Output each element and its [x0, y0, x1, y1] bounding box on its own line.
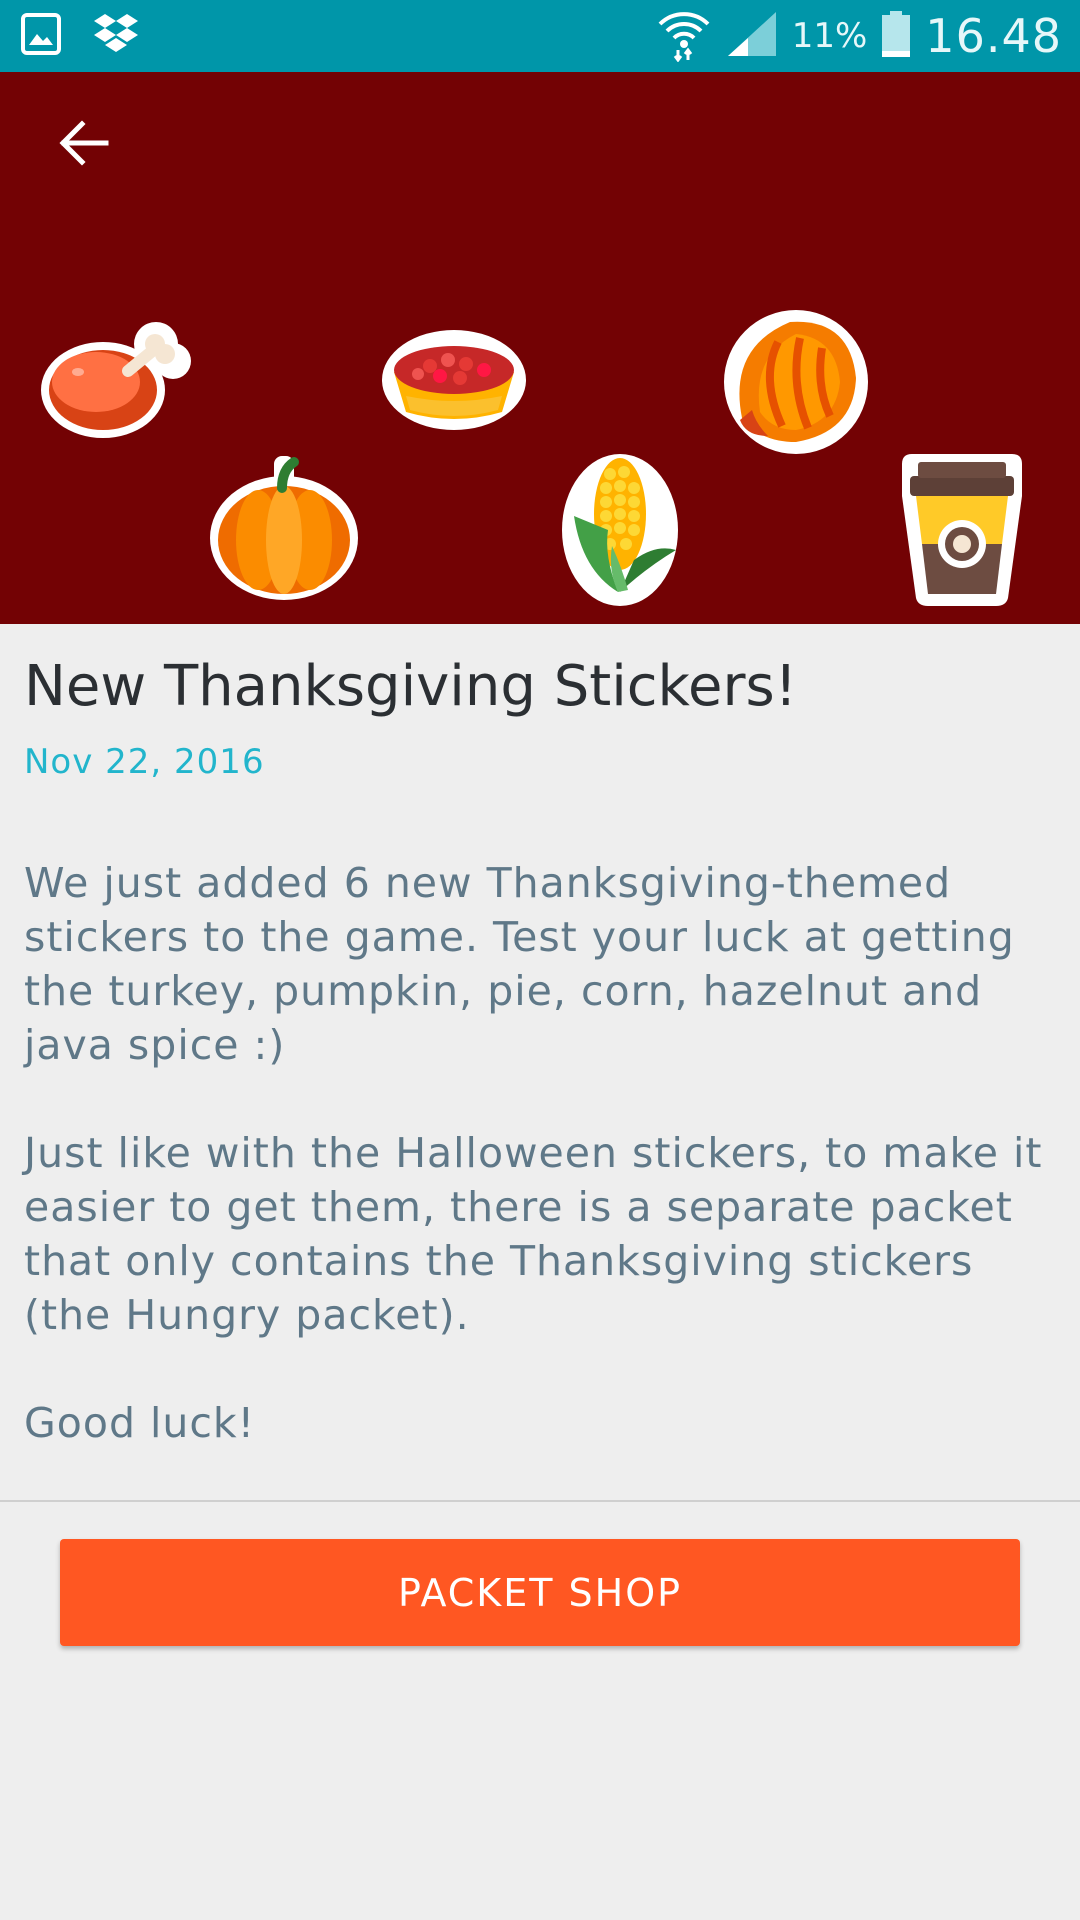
gallery-icon	[20, 12, 62, 60]
page-title: New Thanksgiving Stickers!	[24, 654, 798, 719]
battery-percent: 11%	[791, 16, 868, 56]
back-button[interactable]	[44, 110, 124, 180]
article-body: We just added 6 new Thanksgiving-themed …	[24, 856, 1054, 1504]
signal-icon	[726, 10, 778, 62]
coffee-cup-sticker	[902, 454, 1022, 606]
status-bar: 11% 16.48	[0, 0, 1080, 72]
wifi-icon	[656, 6, 712, 66]
turkey-sticker	[41, 322, 191, 438]
dropbox-icon	[92, 12, 140, 60]
pumpkin-sticker	[210, 456, 358, 600]
article-paragraph: Good luck!	[24, 1399, 256, 1447]
packet-shop-button[interactable]: PACKET SHOP	[60, 1539, 1020, 1646]
article-paragraph: Just like with the Halloween stickers, t…	[24, 1129, 1043, 1339]
article-date: Nov 22, 2016	[24, 742, 265, 782]
divider	[0, 1500, 1080, 1502]
article-paragraph: We just added 6 new Thanksgiving-themed …	[24, 859, 1015, 1069]
pie-sticker	[382, 330, 526, 430]
hero-banner	[0, 72, 1080, 624]
corn-sticker	[562, 454, 678, 606]
battery-icon	[881, 10, 911, 62]
arrow-left-icon	[58, 118, 110, 172]
status-clock: 16.48	[925, 9, 1062, 63]
hazelnut-sticker	[724, 310, 868, 454]
